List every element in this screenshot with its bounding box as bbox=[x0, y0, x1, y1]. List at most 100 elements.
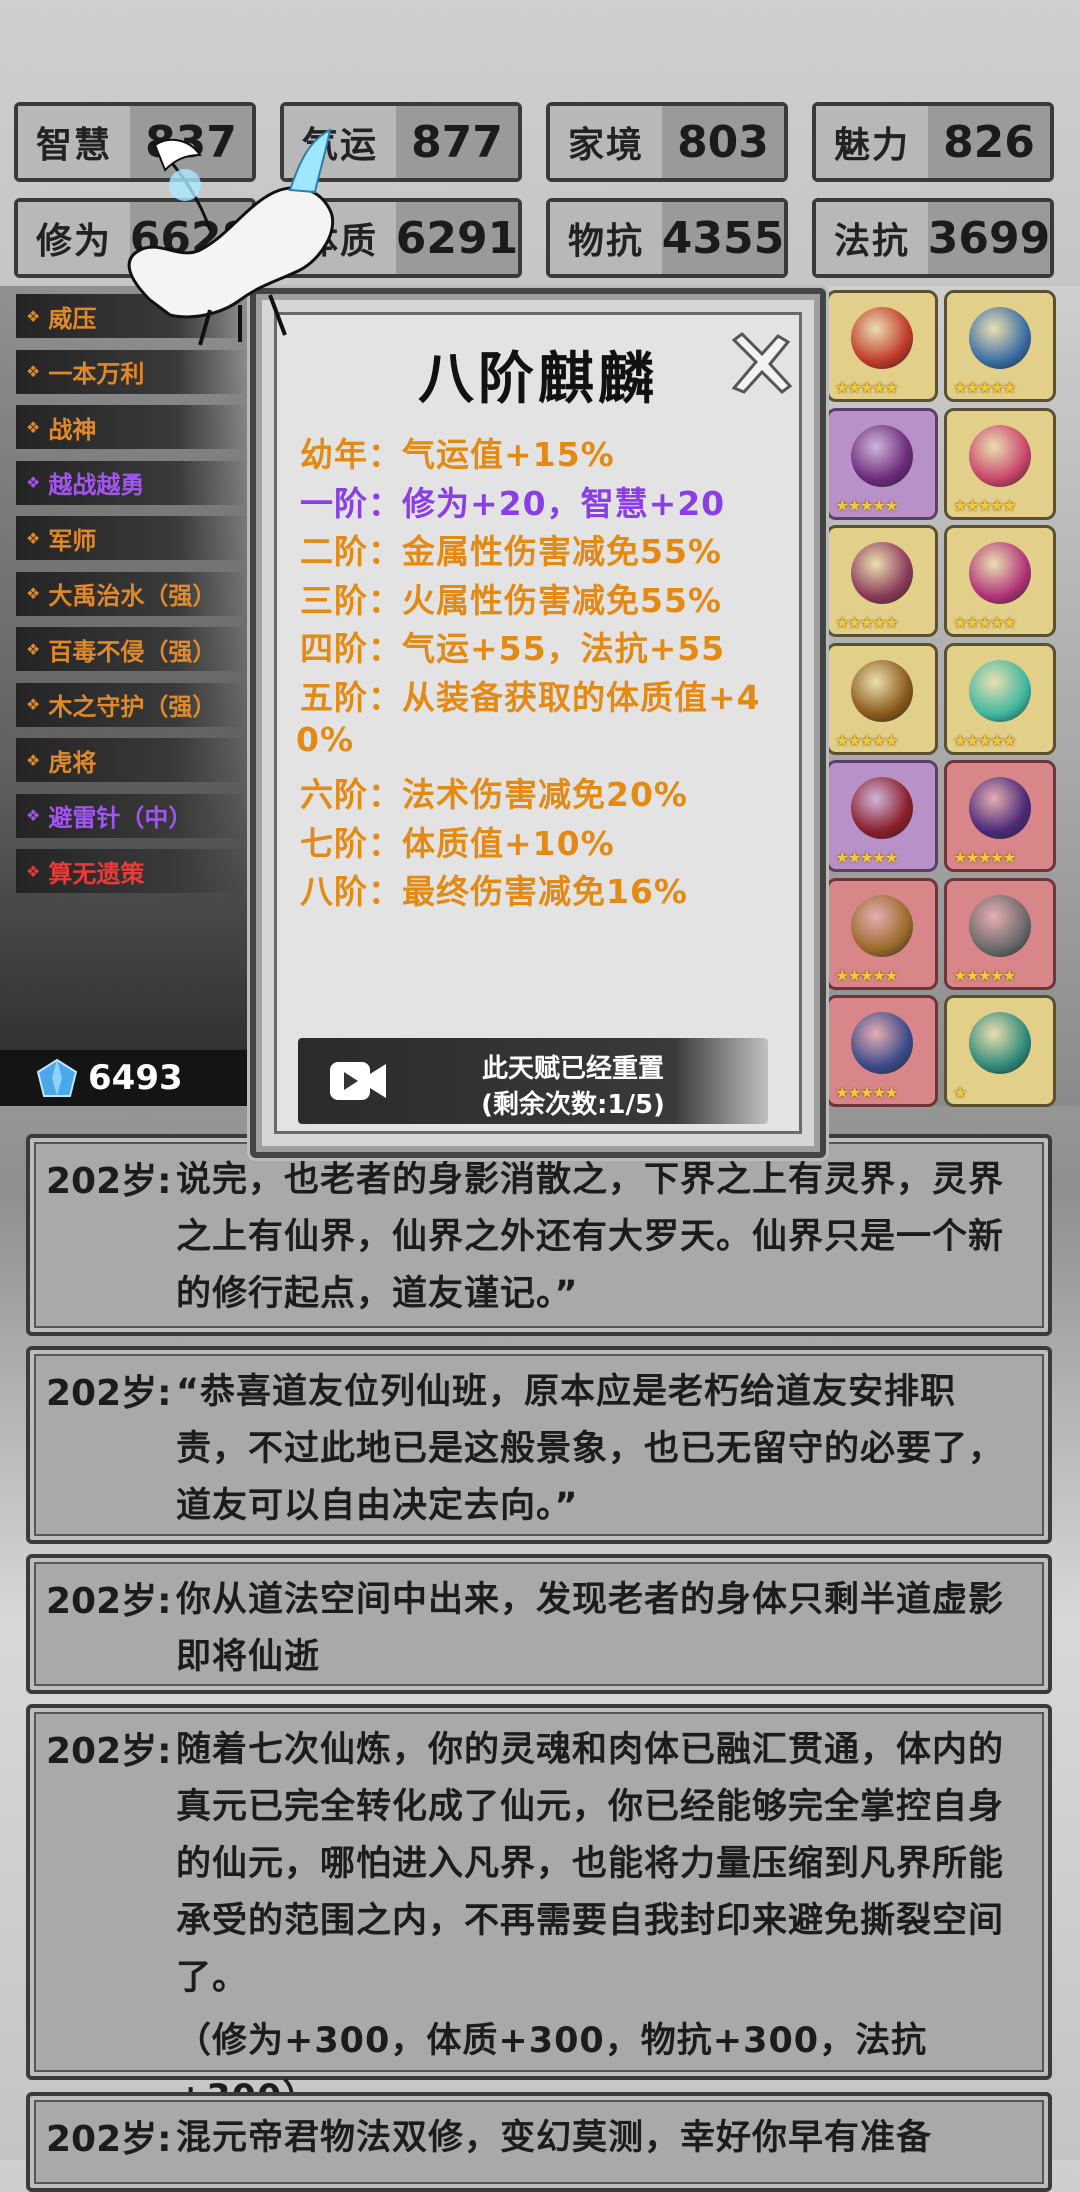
stat-label: 家境 bbox=[550, 106, 662, 178]
inventory-item[interactable]: ★★★★★ bbox=[826, 877, 938, 990]
stat-value: 803 bbox=[662, 106, 784, 178]
spear-icon bbox=[851, 894, 913, 957]
inventory-item[interactable]: ★ bbox=[944, 995, 1056, 1107]
talent-bullet-icon: ❖ bbox=[26, 528, 41, 548]
star-rating: ★★★★★ bbox=[835, 495, 899, 515]
talent-item[interactable]: ❖ 越战越勇 bbox=[16, 460, 246, 505]
star-rating: ★★★★★ bbox=[953, 730, 1017, 750]
close-icon[interactable] bbox=[726, 330, 796, 400]
meat-icon bbox=[851, 307, 913, 369]
inventory-item[interactable]: ★★★★★ bbox=[826, 760, 938, 872]
tier-line: 二阶：金属性伤害减免55% bbox=[300, 532, 722, 572]
stat-magic-resist: 法抗 3699 bbox=[812, 198, 1054, 278]
talent-item[interactable]: ❖ 木之守护（强） bbox=[16, 682, 246, 727]
talent-bullet-icon: ❖ bbox=[26, 639, 41, 659]
axe-icon bbox=[969, 894, 1031, 957]
log-entry: 202岁: 说完，也老者的身影消散之，下界之上有灵界，灵界之上有仙界，仙界之外还… bbox=[26, 1134, 1052, 1336]
tier-line: 五阶：从装备获取的体质值+4 bbox=[300, 678, 761, 717]
reset-remaining-text: (剩余次数:1/5) bbox=[481, 1090, 665, 1120]
inventory-item[interactable]: ★★★★★ bbox=[826, 525, 938, 637]
inventory-item[interactable]: ★★★★★ bbox=[826, 995, 938, 1107]
star-rating: ★★★★★ bbox=[953, 378, 1017, 397]
bow-icon bbox=[851, 424, 913, 487]
inventory-item[interactable]: ★★★★★ bbox=[944, 760, 1056, 872]
log-entry: 202岁: 你从道法空间中出来，发现老者的身体只剩半道虚影即将仙逝 bbox=[26, 1554, 1052, 1694]
inventory-item[interactable]: ★★★★★ bbox=[826, 642, 938, 755]
talent-item[interactable]: ❖ 百毒不侵（强） bbox=[16, 627, 246, 671]
log-text: 混元帝君物法双修，变幻莫测，幸好你早有准备 bbox=[176, 2118, 933, 2158]
inventory-item[interactable]: ★★★★★ bbox=[944, 877, 1056, 990]
inventory-item[interactable]: ★★★★★ bbox=[826, 407, 938, 520]
talent-bullet-icon: ❖ bbox=[26, 806, 41, 825]
log-entry: 202岁: 混元帝君物法双修，变幻莫测，幸好你早有准备 bbox=[26, 2092, 1052, 2192]
cauldron-icon bbox=[851, 659, 913, 722]
star-rating: ★★★★★ bbox=[835, 378, 899, 397]
tier-line: 七阶：体质值+10% bbox=[300, 823, 615, 863]
star-rating: ★★★★★ bbox=[953, 848, 1017, 867]
talent-bullet-icon: ❖ bbox=[26, 584, 41, 603]
log-age: 202岁: bbox=[46, 2119, 172, 2160]
stat-value: 3699 bbox=[928, 202, 1050, 274]
star-rating: ★★★★★ bbox=[835, 965, 899, 985]
inventory-item[interactable]: ★★★★★ bbox=[826, 290, 938, 402]
talent-bullet-icon: ❖ bbox=[26, 473, 41, 492]
stat-label: 魅力 bbox=[816, 106, 928, 178]
sword-icon bbox=[969, 307, 1031, 369]
stat-family: 家境 803 bbox=[546, 102, 788, 182]
blade-icon bbox=[851, 777, 913, 839]
reset-talent-button[interactable]: 此天赋已经重置 (剩余次数:1/5) bbox=[298, 1038, 768, 1124]
log-text: 你从道法空间中出来，发现老者的身体只剩半道虚影即将仙逝 bbox=[176, 1580, 1005, 1677]
reset-status-text: 此天赋已经重置 bbox=[481, 1054, 664, 1084]
star-rating: ★★★★★ bbox=[835, 848, 899, 867]
talent-label: 越战越勇 bbox=[48, 471, 145, 499]
log-age: 202岁: bbox=[46, 1373, 172, 1414]
tier-line: 幼年：气运值+15% bbox=[300, 435, 615, 474]
talent-item[interactable]: ❖ 军师 bbox=[16, 516, 246, 560]
inventory-item[interactable]: ★★★★★ bbox=[944, 290, 1056, 402]
video-camera-icon bbox=[330, 1062, 386, 1100]
inventory-item[interactable]: ★★★★★ bbox=[944, 642, 1056, 755]
dagger-icon bbox=[969, 1012, 1031, 1074]
talent-item[interactable]: ❖ 避雷针（中） bbox=[16, 793, 246, 838]
talent-label: 战神 bbox=[48, 415, 97, 444]
star-rating: ★★★★★ bbox=[835, 1083, 899, 1102]
stat-value: 6291 bbox=[396, 202, 518, 274]
stat-charm: 魅力 826 bbox=[812, 102, 1054, 182]
talent-bullet-icon: ❖ bbox=[26, 695, 41, 714]
scroll-icon bbox=[851, 542, 913, 604]
talent-item[interactable]: ❖ 算无遗策 bbox=[16, 849, 246, 893]
star-rating: ★★★★★ bbox=[835, 613, 899, 632]
stat-value: 826 bbox=[928, 106, 1050, 178]
log-age: 202岁: bbox=[46, 1161, 172, 1202]
talent-bullet-icon: ❖ bbox=[26, 362, 41, 381]
talent-bullet-icon: ❖ bbox=[26, 417, 41, 437]
stat-value: 877 bbox=[396, 106, 518, 178]
talent-bullet-icon: ❖ bbox=[26, 861, 41, 881]
qilin-icon bbox=[127, 128, 335, 346]
talent-label: 木之守护（强） bbox=[48, 693, 217, 721]
inventory-item[interactable]: ★★★★★ bbox=[944, 525, 1056, 637]
stat-label: 法抗 bbox=[816, 202, 928, 274]
log-text: 说完，也老者的身影消散之，下界之上有灵界，灵界之上有仙界，仙界之外还有大罗天。仙… bbox=[176, 1160, 1005, 1314]
mirror-icon bbox=[969, 777, 1031, 839]
log-age: 202岁: bbox=[46, 1581, 172, 1622]
talent-label: 军师 bbox=[48, 526, 97, 555]
talent-item[interactable]: ❖ 虎将 bbox=[16, 738, 246, 782]
talent-label: 避雷针（中） bbox=[48, 804, 193, 832]
talent-item[interactable]: ❖ 战神 bbox=[16, 405, 246, 449]
tier-line: 八阶：最终伤害减免16% bbox=[300, 872, 688, 912]
talent-detail-modal: 八阶麒麟 幼年：气运值+15% 一阶：修为+20，智慧+20 二阶：金属性伤害减免5… bbox=[250, 288, 826, 1158]
inventory-item[interactable]: ★★★★★ bbox=[944, 407, 1056, 520]
log-text-body: 随着七次仙炼，你的灵魂和肉体已融汇贯通，体内的真元已完全转化成了仙元，你已经能够… bbox=[176, 1730, 1005, 1998]
talent-item[interactable]: ❖ 大禹治水（强） bbox=[16, 571, 246, 616]
tier-line: 四阶：气运+55，法抗+55 bbox=[300, 629, 726, 669]
star-rating: ★★★★★ bbox=[953, 965, 1017, 985]
talent-label: 百毒不侵（强） bbox=[48, 637, 217, 666]
talent-bullet-icon: ❖ bbox=[26, 750, 41, 770]
tier-line: 六阶：法术伤害减免20% bbox=[300, 775, 688, 815]
gem-icon bbox=[969, 659, 1031, 722]
trident-icon bbox=[851, 1012, 913, 1074]
talent-label: 大禹治水（强） bbox=[48, 582, 217, 610]
log-text: 随着七次仙炼，你的灵魂和肉体已融汇贯通，体内的真元已完全转化成了仙元，你已经能够… bbox=[176, 1722, 1022, 2127]
star-rating: ★★★★★ bbox=[835, 730, 899, 750]
